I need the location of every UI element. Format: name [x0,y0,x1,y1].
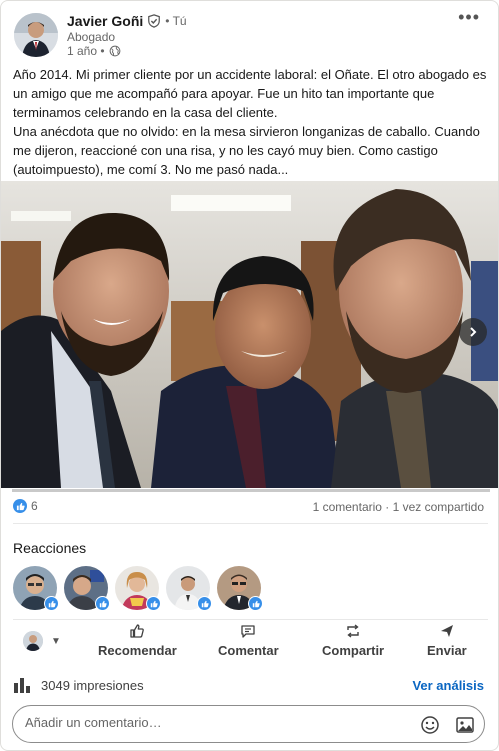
post-age: 1 año • [67,44,105,58]
author-headline: Abogado [67,30,116,44]
image-icon[interactable] [455,715,475,735]
recommend-button[interactable]: Recomendar [98,623,177,658]
post-text: Año 2014. Mi primer cliente por un accid… [13,65,491,179]
author-avatar[interactable] [14,13,58,57]
reactor-avatar[interactable] [64,566,110,611]
view-analytics-link[interactable]: Ver análisis [412,678,484,693]
comment-icon [241,625,255,638]
divider [13,619,488,620]
chevron-right-icon [470,327,477,337]
impressions-stat[interactable]: 3049 impresiones [13,677,144,693]
post-paragraph: Año 2014. Mi primer cliente por un accid… [13,67,487,120]
emoji-icon[interactable] [420,715,440,735]
reactor-avatar[interactable] [115,566,161,611]
send-icon [440,625,453,637]
like-count-value: 6 [31,499,38,513]
repost-icon [347,624,359,638]
like-icon [146,596,161,611]
reactor-avatar[interactable] [217,566,263,611]
author-name[interactable]: Javier Goñi [67,13,143,29]
divider [13,523,488,524]
share-label: Compartir [322,643,385,658]
post-photo[interactable] [1,181,498,488]
send-button[interactable]: Enviar [427,623,467,658]
comment-label: Comentar [218,643,279,658]
chevron-down-icon: ▼ [51,635,61,647]
comments-shares-count[interactable]: 1 comentario · 1 vez compartido [313,500,484,514]
thumbs-up-icon [130,624,145,638]
reactor-avatar[interactable] [13,566,59,611]
post-card: Javier Goñi • Tú Abogado 1 año • ••• Año… [0,0,499,751]
reaction-count[interactable]: 6 [13,499,38,513]
bar-chart-icon [14,678,30,693]
relation-tag: • Tú [165,14,187,28]
impressions-value: 3049 impresiones [41,677,144,693]
photo-progress-bar [12,489,490,492]
action-bar: ▼ Recomendar Comentar Compartir Enviar [1,621,498,661]
comment-button[interactable]: Comentar [218,623,279,658]
like-icon [44,596,59,611]
like-icon [248,596,263,611]
post-as-selector[interactable]: ▼ [23,631,61,651]
send-label: Enviar [427,643,467,658]
like-icon [197,596,212,611]
like-icon [13,499,27,513]
post-paragraph: Una anécdota que no olvido: en la mesa s… [13,124,480,177]
globe-icon [109,45,120,57]
verified-shield-icon [148,14,161,28]
reactors-list [13,566,263,611]
recommend-label: Recomendar [98,643,177,658]
comment-input[interactable] [25,715,405,730]
more-options-icon[interactable]: ••• [458,7,480,28]
actor-avatar [23,631,43,651]
share-button[interactable]: Compartir [322,623,384,658]
next-photo-button[interactable] [459,318,487,346]
reactions-title: Reacciones [13,540,87,556]
reactor-avatar[interactable] [166,566,212,611]
comment-box[interactable] [12,705,485,743]
like-icon [95,596,110,611]
